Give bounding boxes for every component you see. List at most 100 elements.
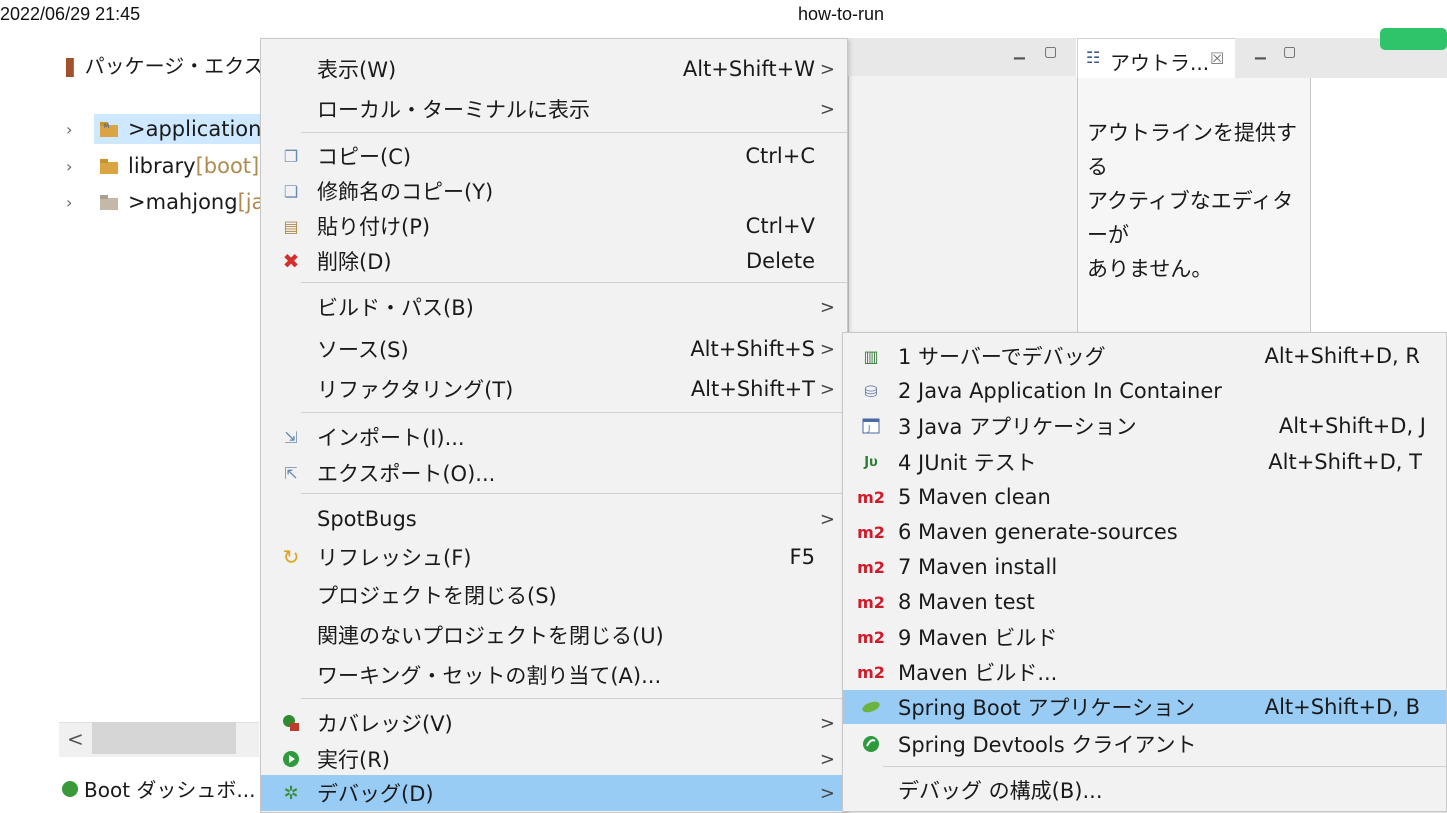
import-icon: ⇲	[284, 427, 298, 447]
submenu-arrow-icon: >	[819, 338, 835, 360]
editor-view-body	[848, 76, 1077, 336]
svg-text:J: J	[867, 424, 870, 433]
expand-chevron-icon[interactable]: ›	[66, 120, 94, 139]
scroll-left-button[interactable]: <	[67, 727, 84, 751]
datetime-label: 2022/06/29 21:45	[0, 4, 141, 24]
junit-icon: Jυ	[864, 454, 878, 470]
coverage-icon	[281, 713, 301, 733]
svg-text:M: M	[104, 123, 109, 130]
package-explorer-icon: ▋	[66, 58, 79, 77]
maven-icon: m2	[857, 557, 885, 577]
paste-icon: ▤	[283, 216, 299, 236]
run-icon	[281, 749, 301, 769]
menu-item-source[interactable]: ソース(S) Alt+Shift+S >	[261, 331, 847, 367]
menu-separator	[301, 132, 847, 133]
maximize-icon[interactable]: ▢	[1044, 44, 1057, 60]
spring-devtools-icon	[861, 734, 881, 754]
maven-icon: m2	[857, 627, 885, 647]
submenu-arrow-icon: >	[819, 748, 835, 770]
submenu-arrow-icon: >	[819, 296, 835, 318]
editor-view-header: ▁ ▢	[848, 38, 1076, 77]
menu-item-debug[interactable]: ✲ デバッグ(D) >	[261, 775, 847, 811]
container-icon: ⛁	[864, 381, 878, 401]
menu-item-spotbugs[interactable]: SpotBugs >	[261, 501, 847, 537]
submenu-item-java-application[interactable]: J 3 Java アプリケーション Alt+Shift+D, J	[843, 409, 1446, 443]
menu-separator	[301, 698, 847, 699]
java-app-icon: J	[861, 416, 881, 436]
spring-boot-icon	[861, 697, 881, 717]
submenu-arrow-icon: >	[819, 508, 835, 530]
submenu-arrow-icon: >	[819, 782, 835, 804]
export-icon: ⇱	[284, 463, 298, 483]
submenu-item-maven-clean[interactable]: m2 5 Maven clean	[843, 480, 1446, 514]
menu-item-export[interactable]: ⇱ エクスポート(O)...	[261, 455, 847, 491]
menu-item-close-unrelated[interactable]: 関連のないプロジェクトを閉じる(U)	[261, 617, 847, 653]
outline-icon: ☷	[1086, 48, 1101, 67]
submenu-item-spring-boot-app[interactable]: Spring Boot アプリケーション Alt+Shift+D, B	[843, 690, 1446, 724]
submenu-arrow-icon: >	[819, 378, 835, 400]
copy-icon: ❐	[283, 146, 299, 166]
menu-item-close-project[interactable]: プロジェクトを閉じる(S)	[261, 577, 847, 613]
project-icon: M	[100, 122, 118, 137]
debug-submenu: ▥ 1 サーバーでデバッグ Alt+Shift+D, R ⛁ 2 Java Ap…	[842, 332, 1447, 812]
maven-icon: m2	[857, 522, 885, 542]
menu-item-delete[interactable]: ✖ 削除(D) Delete	[261, 244, 847, 278]
menu-item-run[interactable]: 実行(R) >	[261, 741, 847, 777]
project-icon	[100, 195, 118, 210]
minimize-icon[interactable]: ▁	[1255, 44, 1266, 60]
menu-item-refactor[interactable]: リファクタリング(T) Alt+Shift+T >	[261, 371, 847, 407]
submenu-item-junit[interactable]: Jυ 4 JUnit テスト Alt+Shift+D, T	[843, 445, 1446, 479]
page-title: how-to-run	[798, 4, 885, 24]
submenu-item-debug-configurations[interactable]: デバッグ の構成(B)...	[843, 773, 1446, 807]
menu-item-paste[interactable]: ▤ 貼り付け(P) Ctrl+V	[261, 209, 847, 243]
menu-separator	[301, 282, 847, 283]
submenu-arrow-icon: >	[819, 98, 835, 120]
menu-item-refresh[interactable]: ↻ リフレッシュ(F) F5	[261, 539, 847, 575]
submenu-item-debug-on-server[interactable]: ▥ 1 サーバーでデバッグ Alt+Shift+D, R	[843, 339, 1446, 373]
boot-dashboard-icon	[62, 780, 78, 797]
menu-item-copy-qualified-name[interactable]: ❏ 修飾名のコピー(Y)	[261, 174, 847, 208]
submenu-arrow-icon: >	[819, 58, 835, 80]
menu-item-show-in-terminal[interactable]: ローカル・ターミナルに表示 >	[261, 91, 847, 127]
maven-icon: m2	[857, 662, 885, 682]
menu-item-import[interactable]: ⇲ インポート(I)...	[261, 419, 847, 455]
outline-tab[interactable]: ☷ アウトラ... ☒	[1077, 38, 1237, 79]
menu-item-show-in[interactable]: 表示(W) Alt+Shift+W >	[261, 51, 847, 87]
debug-icon: ✲	[283, 782, 299, 804]
minimize-icon[interactable]: ▁	[1014, 44, 1025, 60]
close-icon[interactable]: ☒	[1210, 49, 1224, 68]
submenu-item-maven-build-9[interactable]: m2 9 Maven ビルド	[843, 620, 1446, 654]
maven-icon: m2	[857, 487, 885, 507]
expand-chevron-icon[interactable]: ›	[66, 193, 94, 212]
delete-icon: ✖	[282, 249, 300, 273]
refresh-icon: ↻	[282, 545, 300, 569]
tree-item-library[interactable]: › library [boot]	[66, 150, 263, 182]
menu-separator	[301, 493, 847, 494]
tree-item-mahjong[interactable]: › > mahjong [ja	[66, 186, 268, 218]
submenu-item-maven-install[interactable]: m2 7 Maven install	[843, 550, 1446, 584]
green-status-button[interactable]	[1380, 28, 1447, 50]
menu-item-build-path[interactable]: ビルド・パス(B) >	[261, 289, 847, 325]
submenu-item-maven-test[interactable]: m2 8 Maven test	[843, 585, 1446, 619]
submenu-item-spring-devtools[interactable]: Spring Devtools クライアント	[843, 727, 1446, 761]
copy-qualified-icon: ❏	[283, 181, 299, 201]
submenu-item-maven-generate-sources[interactable]: m2 6 Maven generate-sources	[843, 515, 1446, 549]
expand-chevron-icon[interactable]: ›	[66, 157, 94, 176]
boot-dashboard-tab[interactable]: Boot ダッシュボ...	[62, 774, 255, 803]
outline-empty-message: アウトラインを提供する アクティブなエディターが ありません。	[1087, 121, 1297, 281]
project-icon	[100, 159, 118, 174]
scrollbar-thumb[interactable]	[92, 722, 236, 754]
server-debug-icon: ▥	[863, 346, 879, 366]
context-menu: 表示(W) Alt+Shift+W > ローカル・ターミナルに表示 > ❐ コピ…	[260, 38, 848, 813]
maven-icon: m2	[857, 592, 885, 612]
menu-item-coverage[interactable]: カバレッジ(V) >	[261, 705, 847, 741]
menu-item-copy[interactable]: ❐ コピー(C) Ctrl+C	[261, 139, 847, 173]
submenu-item-java-container[interactable]: ⛁ 2 Java Application In Container	[843, 374, 1446, 408]
package-explorer-title[interactable]: ▋ パッケージ・エクス...	[66, 50, 283, 79]
tree-item-application[interactable]: › M > application	[66, 113, 266, 145]
menu-item-assign-working-sets[interactable]: ワーキング・セットの割り当て(A)...	[261, 657, 847, 693]
submenu-item-maven-build[interactable]: m2 Maven ビルド...	[843, 655, 1446, 689]
submenu-arrow-icon: >	[819, 712, 835, 734]
maximize-icon[interactable]: ▢	[1283, 44, 1296, 60]
menu-separator	[883, 766, 1446, 767]
